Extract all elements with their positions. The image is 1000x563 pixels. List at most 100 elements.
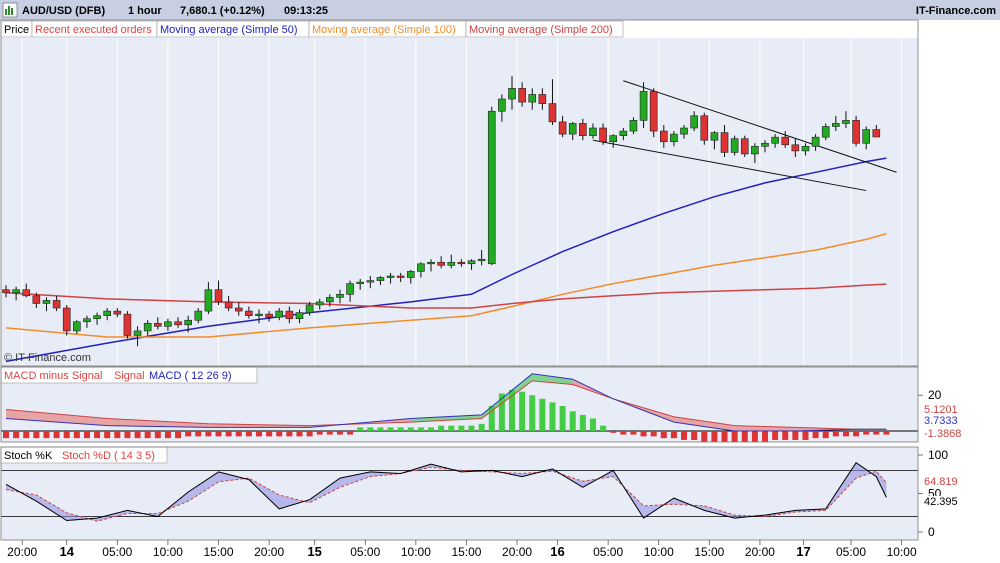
macd-value-label: -1.3868 bbox=[924, 428, 961, 440]
bull-candle bbox=[295, 312, 304, 320]
bull-candle bbox=[275, 310, 284, 318]
macd-histogram-bar bbox=[3, 431, 9, 439]
macd-histogram-bar bbox=[832, 431, 839, 437]
macd-histogram-bar bbox=[842, 431, 849, 437]
bull-candle bbox=[346, 283, 354, 295]
macd-histogram-bar bbox=[812, 431, 819, 439]
price-change-label: 7,680.1 (+0.12%) bbox=[180, 5, 265, 17]
macd-histogram-bar bbox=[802, 431, 809, 440]
bear-candle bbox=[32, 295, 41, 304]
macd-histogram-bar bbox=[822, 431, 829, 439]
bull-candle bbox=[12, 289, 20, 294]
bear-candle bbox=[62, 307, 71, 332]
macd-histogram-bar bbox=[256, 431, 262, 437]
macd-histogram-bar bbox=[276, 431, 283, 437]
macd-histogram-bar bbox=[164, 431, 171, 439]
bull-candle bbox=[133, 330, 142, 336]
stoch-axis-label: 100 bbox=[928, 448, 948, 462]
legend-recent-orders[interactable]: Recent executed orders bbox=[35, 24, 152, 36]
bear-candle bbox=[720, 132, 729, 153]
macd-legend-signal[interactable]: Signal bbox=[114, 370, 145, 382]
symbol-title: AUD/USD (DFB) bbox=[22, 5, 105, 17]
bear-candle bbox=[852, 120, 860, 144]
bear-candle bbox=[224, 301, 233, 309]
legend-ma200[interactable]: Moving average (Simple 200) bbox=[469, 24, 613, 36]
legend-ma50[interactable]: Moving average (Simple 50) bbox=[160, 24, 298, 36]
app-icon[interactable] bbox=[2, 2, 18, 18]
macd-histogram-bar bbox=[519, 391, 526, 431]
stoch-value-label: 64.819 bbox=[924, 476, 958, 488]
bull-candle bbox=[143, 322, 152, 332]
time-axis-label: 15:00 bbox=[451, 545, 481, 559]
bear-candle bbox=[548, 103, 557, 123]
time-axis-label: 20:00 bbox=[254, 545, 284, 559]
time-axis-label: 15 bbox=[307, 544, 321, 559]
legend-ma100[interactable]: Moving average (Simple 100) bbox=[312, 24, 456, 36]
bull-candle bbox=[771, 136, 779, 144]
bear-candle bbox=[872, 129, 881, 138]
bear-candle bbox=[52, 300, 61, 309]
bull-candle bbox=[427, 261, 435, 265]
bear-candle bbox=[740, 138, 749, 155]
bull-candle bbox=[204, 289, 213, 312]
macd-histogram-bar bbox=[498, 393, 505, 431]
macd-histogram-bar bbox=[782, 431, 789, 440]
stoch-legend-k[interactable]: Stoch %K bbox=[4, 450, 53, 462]
time-axis-label: 05:00 bbox=[350, 545, 380, 559]
bear-candle bbox=[245, 310, 253, 316]
macd-histogram-bar bbox=[205, 431, 212, 437]
macd-histogram-bar bbox=[134, 431, 141, 439]
macd-histogram-bar bbox=[377, 427, 384, 431]
bull-candle bbox=[184, 319, 192, 326]
macd-histogram-bar bbox=[741, 431, 748, 442]
bull-candle bbox=[761, 142, 769, 147]
macd-histogram-bar bbox=[336, 431, 343, 435]
bear-candle bbox=[518, 88, 526, 103]
macd-histogram-bar bbox=[711, 431, 718, 442]
bull-candle bbox=[255, 313, 263, 316]
bull-candle bbox=[93, 315, 101, 320]
bull-candle bbox=[366, 280, 375, 283]
macd-histogram-bar bbox=[367, 427, 374, 431]
bull-candle bbox=[336, 293, 344, 298]
macd-histogram-bar bbox=[539, 398, 546, 431]
macd-histogram-bar bbox=[347, 431, 354, 435]
macd-histogram-bar bbox=[620, 431, 627, 435]
bull-candle bbox=[832, 123, 840, 127]
bear-candle bbox=[538, 94, 547, 104]
macd-histogram-bar bbox=[195, 431, 202, 437]
bull-candle bbox=[83, 318, 91, 323]
time-axis-label: 15:00 bbox=[204, 545, 234, 559]
bull-candle bbox=[751, 146, 759, 155]
bull-candle bbox=[305, 304, 314, 313]
macd-histogram-bar bbox=[387, 427, 394, 431]
macd-legend-hist[interactable]: MACD minus Signal bbox=[4, 370, 102, 382]
bull-candle bbox=[801, 146, 810, 152]
macd-legend-macd[interactable]: MACD ( 12 26 9) bbox=[149, 370, 232, 382]
macd-histogram-bar bbox=[762, 431, 768, 442]
macd-histogram-bar bbox=[448, 425, 455, 431]
bear-candle bbox=[113, 310, 122, 315]
bull-candle bbox=[619, 130, 628, 136]
timeframe-label: 1 hour bbox=[128, 5, 162, 17]
macd-histogram-bar bbox=[478, 423, 485, 431]
time-axis-label: 20:00 bbox=[7, 545, 37, 559]
time-axis-label: 15:00 bbox=[694, 545, 724, 559]
legend-price[interactable]: Price bbox=[4, 24, 29, 36]
macd-histogram-bar bbox=[326, 431, 333, 435]
macd-histogram-bar bbox=[721, 431, 728, 442]
bull-candle bbox=[821, 126, 830, 138]
macd-histogram-bar bbox=[296, 431, 303, 437]
macd-histogram-bar bbox=[316, 431, 323, 435]
bull-candle bbox=[609, 135, 618, 143]
stoch-legend-d[interactable]: Stoch %D ( 14 3 5) bbox=[62, 450, 155, 462]
bear-candle bbox=[22, 289, 31, 297]
macd-histogram-bar bbox=[23, 431, 30, 439]
macd-histogram-bar bbox=[650, 431, 657, 437]
bear-candle bbox=[437, 261, 445, 266]
bull-candle bbox=[356, 281, 365, 284]
bull-candle bbox=[194, 310, 203, 321]
bull-candle bbox=[690, 115, 698, 129]
bear-candle bbox=[659, 130, 668, 143]
macd-histogram-bar bbox=[245, 431, 252, 437]
